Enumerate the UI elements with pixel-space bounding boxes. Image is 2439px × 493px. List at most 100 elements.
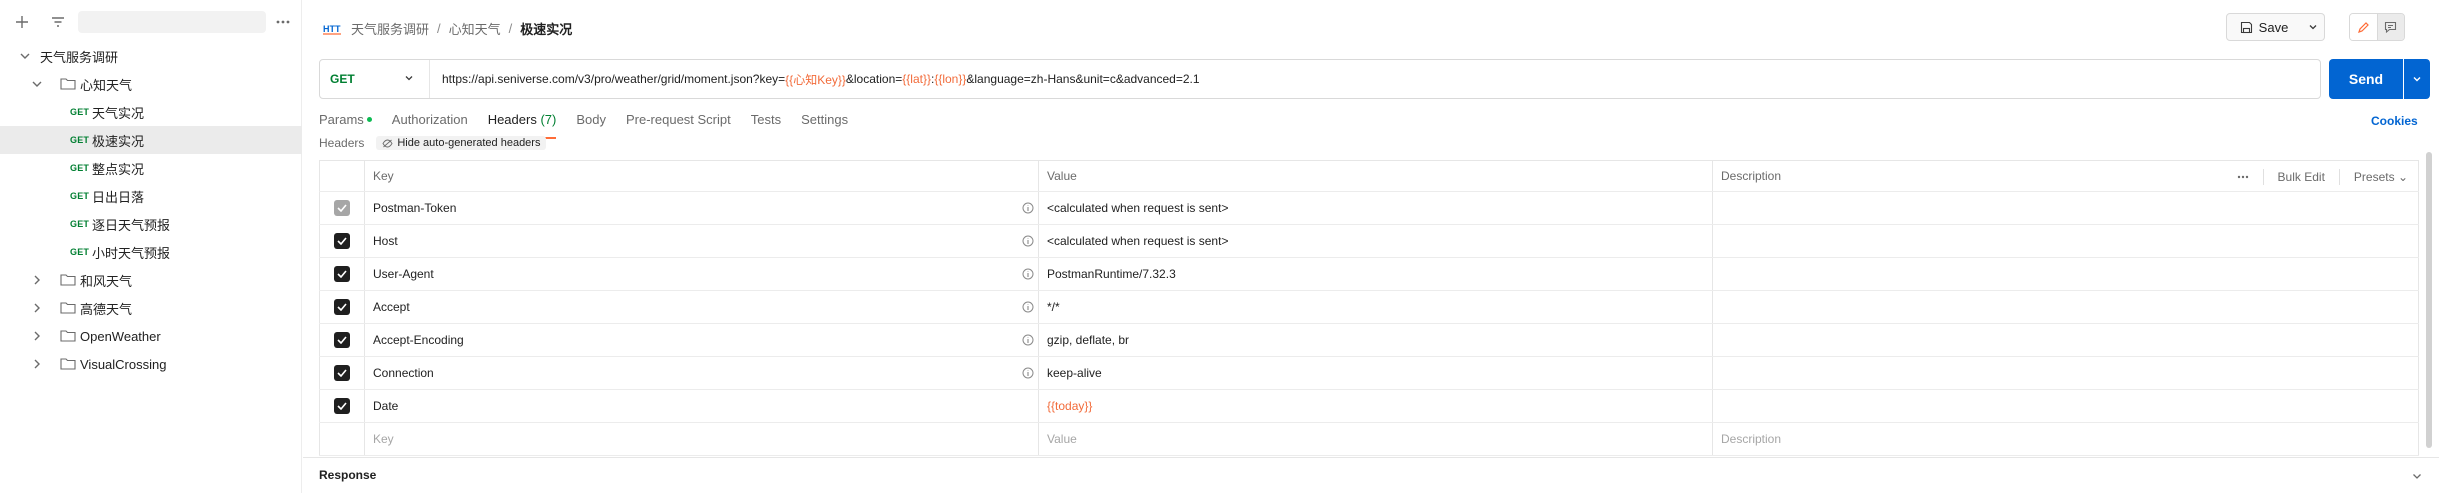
- info-icon[interactable]: [1022, 367, 1034, 379]
- tab-authorization[interactable]: Authorization: [392, 112, 468, 134]
- row-key[interactable]: Connection: [365, 357, 1039, 389]
- info-icon[interactable]: [1022, 202, 1034, 214]
- info-icon[interactable]: [1022, 235, 1034, 247]
- tab-count: (7): [540, 112, 557, 127]
- hide-auto-headers-label: Hide auto-generated headers: [397, 137, 541, 149]
- tab-tests[interactable]: Tests: [751, 112, 781, 134]
- row-checkbox[interactable]: [334, 398, 350, 414]
- chevron-down-icon: ⌄: [2397, 170, 2408, 184]
- row-value[interactable]: <calculated when request is sent>: [1039, 225, 1713, 257]
- bulk-edit-button[interactable]: Bulk Edit: [2278, 170, 2325, 184]
- row-description[interactable]: [1713, 291, 2419, 323]
- row-checkbox[interactable]: [334, 365, 350, 381]
- row-key[interactable]: User-Agent: [365, 258, 1039, 290]
- table-row: Postman-Token <calculated when request i…: [319, 192, 2419, 225]
- row-description[interactable]: [1713, 324, 2419, 356]
- tree-request-tianqi-shikuang[interactable]: GET 天气实况: [0, 98, 302, 126]
- method-select[interactable]: GET: [320, 60, 430, 98]
- page-title[interactable]: 极速实况: [520, 19, 572, 38]
- info-icon[interactable]: [1022, 334, 1034, 346]
- save-button[interactable]: Save: [2226, 13, 2302, 41]
- tab-label: Params: [319, 112, 364, 127]
- more-horizontal-icon[interactable]: [2237, 175, 2249, 179]
- row-key-text: User-Agent: [373, 267, 434, 281]
- row-description[interactable]: [1713, 192, 2419, 224]
- column-header-key: Key: [365, 161, 1039, 191]
- info-icon[interactable]: [1022, 301, 1034, 313]
- row-description[interactable]: [1713, 390, 2419, 422]
- save-options-button[interactable]: [2301, 13, 2325, 41]
- tree-request-jisu-shikuang[interactable]: GET 极速实况: [0, 126, 302, 154]
- row-value[interactable]: */*: [1039, 291, 1713, 323]
- tree-request-richu-riluo[interactable]: GET 日出日落: [0, 182, 302, 210]
- filter-icon[interactable]: [46, 10, 70, 34]
- chevron-down-icon: [2308, 22, 2318, 32]
- row-key[interactable]: Postman-Token: [365, 192, 1039, 224]
- row-value[interactable]: PostmanRuntime/7.32.3: [1039, 258, 1713, 290]
- tab-headers[interactable]: Headers (7): [487, 112, 557, 139]
- tree-item-label: 整点实况: [92, 161, 145, 177]
- tree-folder-visualcrossing[interactable]: VisualCrossing: [0, 350, 302, 378]
- send-button[interactable]: Send: [2329, 59, 2403, 99]
- tree-request-zhengdian-shikuang[interactable]: GET 整点实况: [0, 154, 302, 182]
- info-icon[interactable]: [1022, 268, 1034, 280]
- row-key[interactable]: Date: [365, 390, 1039, 422]
- row-key[interactable]: Accept: [365, 291, 1039, 323]
- row-key-text: Accept-Encoding: [373, 333, 464, 347]
- send-options-button[interactable]: [2404, 59, 2430, 99]
- chevron-right-icon: [30, 273, 44, 287]
- tree-item-label: 高德天气: [80, 301, 133, 317]
- row-checkbox[interactable]: [334, 299, 350, 315]
- tab-prerequest-script[interactable]: Pre-request Script: [626, 112, 731, 134]
- tree-request-zhuri-yubao[interactable]: GET 逐日天气预报: [0, 210, 302, 238]
- row-value[interactable]: keep-alive: [1039, 357, 1713, 389]
- more-horizontal-icon[interactable]: [271, 10, 295, 34]
- row-checkbox[interactable]: [334, 233, 350, 249]
- vertical-scrollbar[interactable]: [2426, 152, 2432, 448]
- tree-folder-xinzhi[interactable]: 心知天气: [0, 70, 302, 98]
- tab-params[interactable]: Params: [319, 112, 372, 134]
- row-checkbox-cell: [319, 423, 365, 455]
- breadcrumb-folder[interactable]: 心知天气: [449, 19, 501, 38]
- new-description-input[interactable]: Description: [1713, 423, 2419, 455]
- sidebar: 天气服务调研 心知天气 GET 天气实况 GET 极速实况 GET 整点实况 G…: [0, 0, 302, 493]
- cookies-link[interactable]: Cookies: [2371, 114, 2418, 128]
- row-description[interactable]: [1713, 258, 2419, 290]
- chevron-down-icon[interactable]: [2411, 470, 2423, 482]
- tree-folder-hefeng[interactable]: 和风天气: [0, 266, 302, 294]
- tab-body[interactable]: Body: [576, 112, 606, 134]
- method-badge: GET: [70, 135, 90, 145]
- row-description[interactable]: [1713, 225, 2419, 257]
- row-key[interactable]: Host: [365, 225, 1039, 257]
- tree-collection-weather-research[interactable]: 天气服务调研: [0, 42, 302, 70]
- row-value[interactable]: gzip, deflate, br: [1039, 324, 1713, 356]
- row-checkbox[interactable]: [334, 332, 350, 348]
- hide-auto-headers-button[interactable]: Hide auto-generated headers: [376, 136, 547, 150]
- edit-mode-button[interactable]: [2350, 14, 2378, 40]
- check-icon: [337, 204, 347, 212]
- plus-icon[interactable]: [10, 10, 34, 34]
- tree-folder-gaode[interactable]: 高德天气: [0, 294, 302, 322]
- check-icon: [337, 336, 347, 344]
- row-key[interactable]: Accept-Encoding: [365, 324, 1039, 356]
- url-input[interactable]: https://api.seniverse.com/v3/pro/weather…: [442, 60, 1200, 98]
- row-checkbox-cell: [319, 291, 365, 323]
- row-value[interactable]: {{today}}: [1039, 390, 1713, 422]
- row-checkbox[interactable]: [334, 266, 350, 282]
- row-description[interactable]: [1713, 357, 2419, 389]
- tab-settings[interactable]: Settings: [801, 112, 848, 134]
- presets-button[interactable]: Presets ⌄: [2354, 170, 2408, 184]
- sidebar-search-input[interactable]: [78, 11, 266, 33]
- new-value-input[interactable]: Value: [1039, 423, 1713, 455]
- comments-mode-button[interactable]: [2377, 14, 2404, 40]
- breadcrumb-collection[interactable]: 天气服务调研: [351, 19, 429, 38]
- url-variable: {{lat}}: [902, 72, 931, 86]
- check-icon: [337, 402, 347, 410]
- tree-request-xiaoshi-yubao[interactable]: GET 小时天气预报: [0, 238, 302, 266]
- row-checkbox[interactable]: [334, 200, 350, 216]
- response-panel-header[interactable]: Response: [303, 457, 2439, 493]
- tree-folder-openweather[interactable]: OpenWeather: [0, 322, 302, 350]
- row-value[interactable]: <calculated when request is sent>: [1039, 192, 1713, 224]
- new-key-input[interactable]: Key: [365, 423, 1039, 455]
- folder-icon: [60, 357, 76, 370]
